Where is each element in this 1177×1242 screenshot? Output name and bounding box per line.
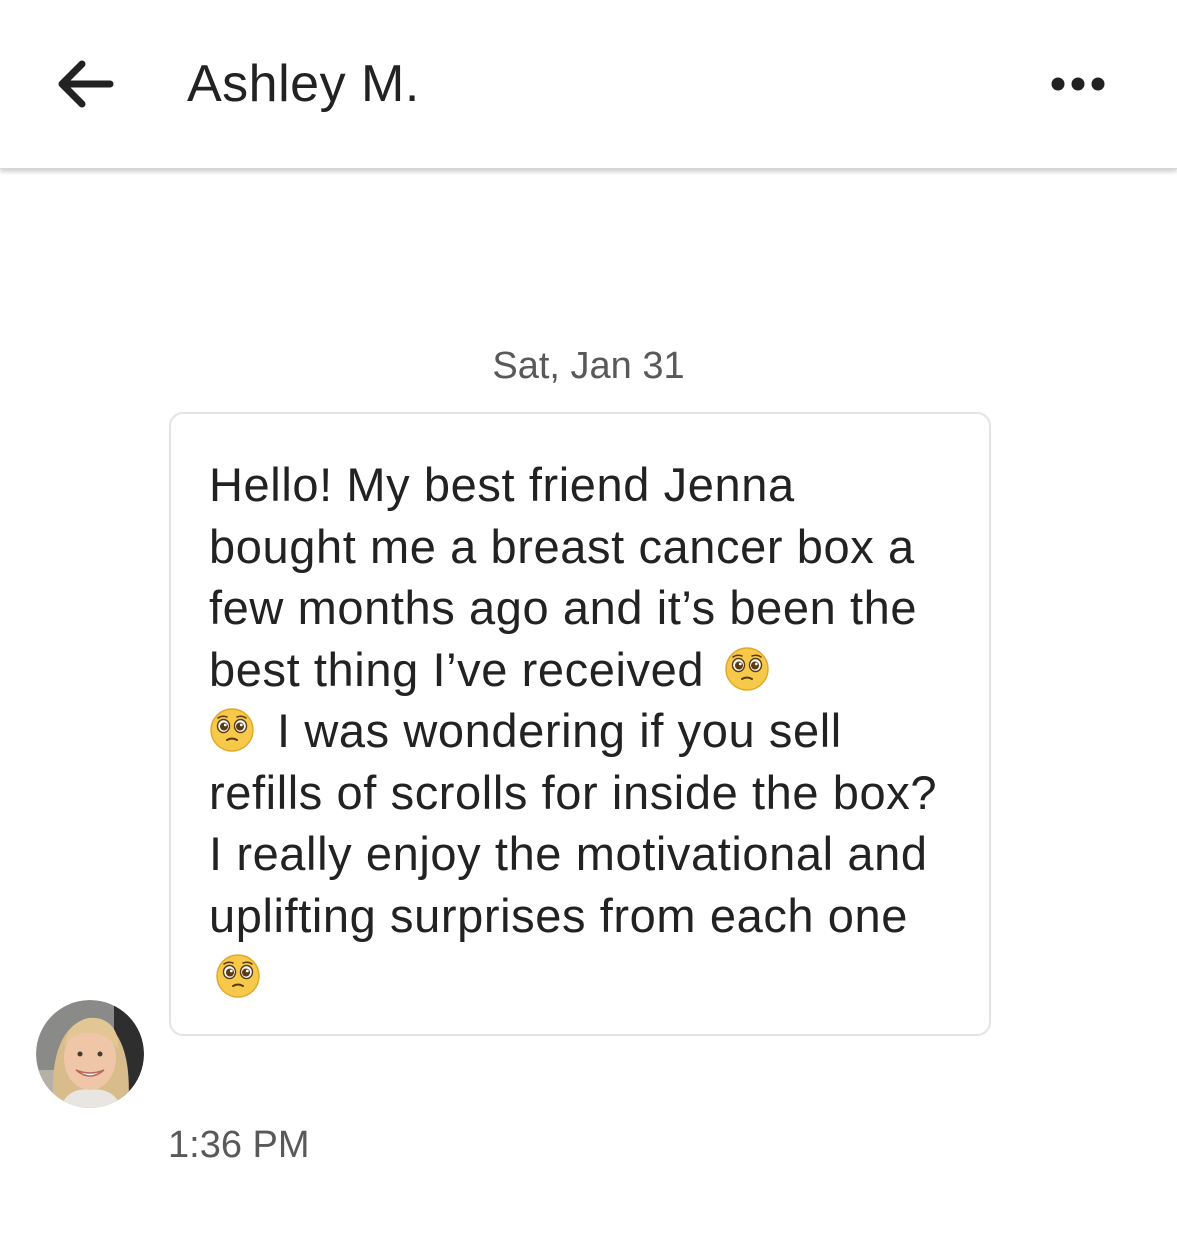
message-text-part-2: I was wondering if you sell refills of s…	[209, 704, 938, 942]
pleading-face-emoji-icon	[216, 954, 260, 998]
pleading-face-emoji-icon	[210, 708, 254, 752]
back-button[interactable]	[44, 44, 124, 124]
pleading-face-emoji-icon	[725, 646, 769, 691]
message-text: Hello! My best friend Jenna bought me a …	[209, 454, 951, 1008]
more-options-button[interactable]	[1040, 52, 1116, 116]
date-separator: Sat, Jan 31	[492, 345, 685, 387]
arrow-left-icon	[58, 60, 114, 108]
sender-avatar[interactable]	[36, 1000, 144, 1108]
avatar-photo	[36, 1000, 144, 1108]
message-text-part-1: Hello! My best friend Jenna bought me a …	[209, 458, 918, 696]
contact-name: Ashley M.	[187, 55, 420, 113]
message-timestamp: 1:36 PM	[168, 1124, 310, 1166]
conversation-header: Ashley M.	[0, 0, 1177, 169]
message-bubble[interactable]: Hello! My best friend Jenna bought me a …	[169, 412, 991, 1036]
more-horizontal-icon	[1051, 77, 1105, 91]
